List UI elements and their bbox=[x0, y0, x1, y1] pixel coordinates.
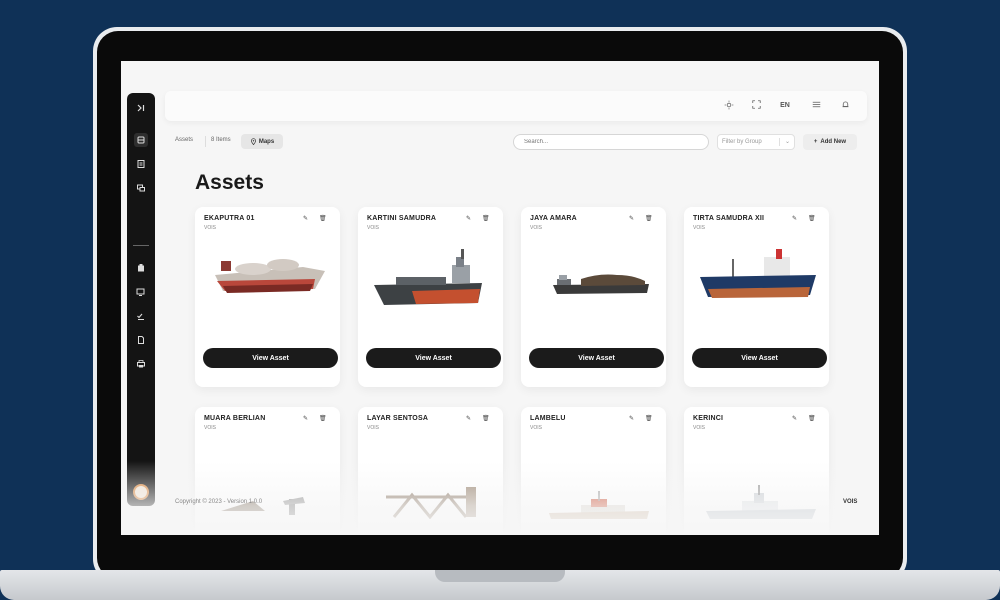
maps-label: Maps bbox=[258, 138, 275, 145]
trash-icon[interactable]: 🗑 bbox=[482, 216, 490, 223]
edit-icon[interactable]: ✎ bbox=[302, 216, 309, 223]
ship-image bbox=[374, 249, 482, 305]
chevron-down-icon: ⌄ bbox=[784, 139, 790, 145]
sun-icon[interactable] bbox=[723, 100, 735, 112]
asset-card: KARTINI SAMUDRA VOIS ✎ 🗑 View Asset bbox=[358, 207, 503, 387]
asset-card: LAMBELU VOIS ✎ 🗑 bbox=[521, 407, 666, 535]
sidebar-item-assets[interactable] bbox=[134, 133, 148, 147]
edit-icon[interactable]: ✎ bbox=[465, 216, 472, 223]
add-new-label: Add New bbox=[820, 139, 847, 145]
list-icon[interactable] bbox=[810, 100, 822, 112]
asset-group: VOIS bbox=[204, 225, 216, 231]
trash-icon[interactable]: 🗑 bbox=[645, 216, 653, 223]
asset-name: EKAPUTRA 01 bbox=[204, 215, 255, 222]
edit-icon[interactable]: ✎ bbox=[628, 216, 635, 223]
view-asset-button[interactable]: View Asset bbox=[366, 348, 501, 368]
sidebar bbox=[127, 93, 155, 506]
trash-icon[interactable]: 🗑 bbox=[319, 416, 327, 423]
edit-icon[interactable]: ✎ bbox=[628, 416, 635, 423]
documents-icon bbox=[137, 160, 145, 168]
trash-icon[interactable]: 🗑 bbox=[482, 416, 490, 423]
asset-card: JAYA AMARA VOIS ✎ 🗑 View Asset bbox=[521, 207, 666, 387]
top-header: EN bbox=[165, 91, 867, 121]
print-icon bbox=[137, 360, 145, 368]
checklist-icon bbox=[137, 313, 144, 320]
page-title: Assets bbox=[195, 171, 264, 194]
trash-icon[interactable]: 🗑 bbox=[319, 216, 327, 223]
assets-icon bbox=[137, 136, 145, 144]
ship-image bbox=[553, 274, 649, 294]
ship-image bbox=[215, 259, 325, 293]
trash-icon[interactable]: 🗑 bbox=[645, 416, 653, 423]
edit-icon[interactable]: ✎ bbox=[791, 416, 798, 423]
trash-icon[interactable]: 🗑 bbox=[808, 416, 816, 423]
asset-group: VOIS bbox=[693, 225, 705, 231]
asset-group: VOIS bbox=[530, 425, 542, 431]
asset-name: MUARA BERLIAN bbox=[204, 415, 266, 422]
footer-right-text: VOIS bbox=[843, 499, 858, 505]
asset-name: LAYAR SENTOSA bbox=[367, 415, 429, 422]
sidebar-item-chat[interactable] bbox=[134, 181, 148, 195]
plus-icon: + bbox=[813, 139, 818, 145]
search-input[interactable] bbox=[513, 134, 709, 150]
sidebar-expand-icon[interactable] bbox=[134, 101, 148, 115]
view-asset-button[interactable]: View Asset bbox=[529, 348, 664, 368]
asset-group: VOIS bbox=[530, 225, 542, 231]
asset-card: EKAPUTRA 01 VOIS ✎ 🗑 View Asset bbox=[195, 207, 340, 387]
item-count: 8 Items bbox=[211, 137, 231, 143]
assets-toolbar: Assets 8 Items Maps Filter by Group ⌄ + … bbox=[165, 133, 867, 151]
sidebar-item-monitor[interactable] bbox=[134, 285, 148, 299]
filter-placeholder: Filter by Group bbox=[722, 139, 762, 145]
asset-card: MUARA BERLIAN VOIS ✎ 🗑 bbox=[195, 407, 340, 535]
bell-icon[interactable] bbox=[839, 100, 851, 112]
asset-group: VOIS bbox=[367, 425, 379, 431]
sidebar-item-checklist[interactable] bbox=[134, 309, 148, 323]
asset-name: KARTINI SAMUDRA bbox=[367, 215, 437, 222]
ship-image bbox=[549, 491, 649, 519]
laptop-notch bbox=[435, 570, 565, 582]
ship-image bbox=[706, 485, 816, 519]
ship-image bbox=[700, 249, 816, 298]
fullscreen-icon[interactable] bbox=[750, 100, 762, 112]
edit-icon[interactable]: ✎ bbox=[302, 416, 309, 423]
sidebar-item-documents[interactable] bbox=[134, 157, 148, 171]
filter-divider bbox=[779, 138, 780, 146]
sidebar-item-print[interactable] bbox=[134, 357, 148, 371]
building-icon bbox=[138, 264, 144, 272]
sidebar-divider bbox=[133, 245, 149, 246]
view-asset-button[interactable]: View Asset bbox=[692, 348, 827, 368]
asset-name: KERINCI bbox=[693, 415, 724, 422]
edit-icon[interactable]: ✎ bbox=[465, 416, 472, 423]
map-pin-icon bbox=[250, 138, 256, 145]
ship-image bbox=[221, 497, 305, 515]
trash-icon[interactable]: 🗑 bbox=[808, 216, 816, 223]
add-new-button[interactable]: + Add New bbox=[803, 134, 857, 150]
screen-icon bbox=[136, 288, 145, 296]
asset-name: LAMBELU bbox=[530, 415, 566, 422]
asset-group: VOIS bbox=[367, 225, 379, 231]
maps-button[interactable]: Maps bbox=[241, 134, 283, 149]
avatar[interactable] bbox=[133, 484, 149, 500]
ship-image bbox=[386, 487, 476, 519]
asset-card: TIRTA SAMUDRA XII VOIS ✎ 🗑 View Asset bbox=[684, 207, 829, 387]
asset-card: KERINCI VOIS ✎ 🗑 bbox=[684, 407, 829, 535]
asset-name: JAYA AMARA bbox=[530, 215, 577, 222]
app-screen: EN Assets 8 Items Maps Filter by Group ⌄… bbox=[121, 61, 879, 535]
asset-card: LAYAR SENTOSA VOIS ✎ 🗑 bbox=[358, 407, 503, 535]
edit-icon[interactable]: ✎ bbox=[791, 216, 798, 223]
language-selector[interactable]: EN bbox=[777, 100, 793, 112]
report-icon bbox=[138, 336, 144, 344]
footer-copyright: Copyright © 2023 - Version 1.0.0 bbox=[175, 499, 263, 505]
asset-group: VOIS bbox=[204, 425, 216, 431]
chat-icon bbox=[137, 184, 145, 192]
sidebar-item-report[interactable] bbox=[134, 333, 148, 347]
asset-name: TIRTA SAMUDRA XII bbox=[693, 215, 765, 222]
breadcrumb[interactable]: Assets bbox=[175, 137, 193, 143]
asset-group: VOIS bbox=[693, 425, 705, 431]
view-asset-button[interactable]: View Asset bbox=[203, 348, 338, 368]
group-filter-select[interactable]: Filter by Group ⌄ bbox=[717, 134, 795, 150]
breadcrumb-divider bbox=[205, 136, 206, 147]
sidebar-item-building[interactable] bbox=[134, 261, 148, 275]
